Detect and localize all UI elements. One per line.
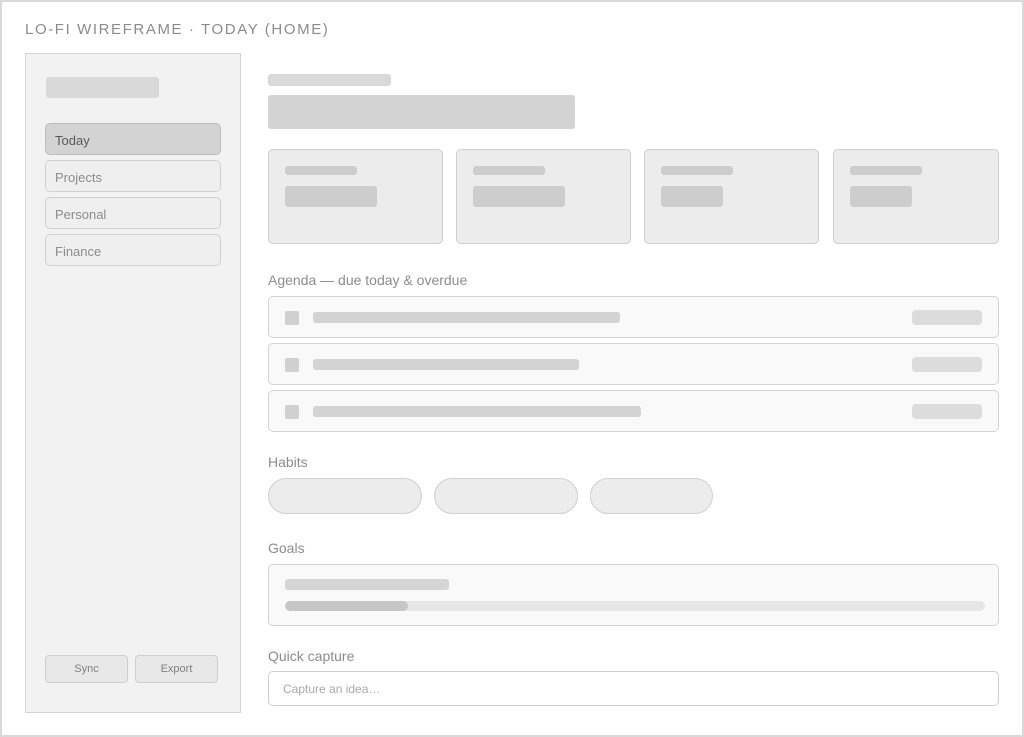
goal-card[interactable] [268,564,999,626]
checkbox[interactable] [285,405,299,419]
agenda-row[interactable] [268,390,999,432]
quick-capture-input[interactable] [268,671,999,706]
stat-label-placeholder [473,166,545,175]
stat-value-placeholder [850,186,912,207]
logo-placeholder [46,77,159,98]
stat-card [456,149,631,244]
stat-value-placeholder [285,186,377,207]
agenda-heading: Agenda — due today & overdue [268,272,468,288]
goal-progress-bar [285,601,985,611]
nav-item-projects[interactable]: Projects [45,160,221,192]
goal-title-placeholder [285,579,449,590]
stat-value-placeholder [473,186,565,207]
task-title-placeholder [313,312,620,323]
habit-pill[interactable] [268,478,422,514]
habit-pill[interactable] [590,478,713,514]
stat-label-placeholder [850,166,922,175]
task-title-placeholder [313,406,641,417]
nav-item-personal[interactable]: Personal [45,197,221,229]
nav-item-finance[interactable]: Finance [45,234,221,266]
due-date-placeholder [912,357,982,372]
stat-card [644,149,819,244]
stat-label-placeholder [661,166,733,175]
stat-value-placeholder [661,186,723,207]
due-date-placeholder [912,310,982,325]
nav-item-today[interactable]: Today [45,123,221,155]
habits-heading: Habits [268,454,308,470]
sidebar: Today Projects Personal Finance Sync Exp… [25,53,241,713]
checkbox[interactable] [285,358,299,372]
stat-card [268,149,443,244]
checkbox[interactable] [285,311,299,325]
agenda-row[interactable] [268,296,999,338]
agenda-row[interactable] [268,343,999,385]
page-heading: LO-FI WIREFRAME · TODAY (HOME) [25,21,330,38]
goal-progress-fill [285,601,408,611]
task-title-placeholder [313,359,579,370]
quick-capture-heading: Quick capture [268,648,355,664]
export-button[interactable]: Export [135,655,218,683]
habit-pill[interactable] [434,478,578,514]
goals-heading: Goals [268,540,305,556]
breadcrumb-placeholder [268,74,391,86]
stat-label-placeholder [285,166,357,175]
stat-card [833,149,999,244]
sync-button[interactable]: Sync [45,655,128,683]
page-title-placeholder [268,95,575,129]
due-date-placeholder [912,404,982,419]
